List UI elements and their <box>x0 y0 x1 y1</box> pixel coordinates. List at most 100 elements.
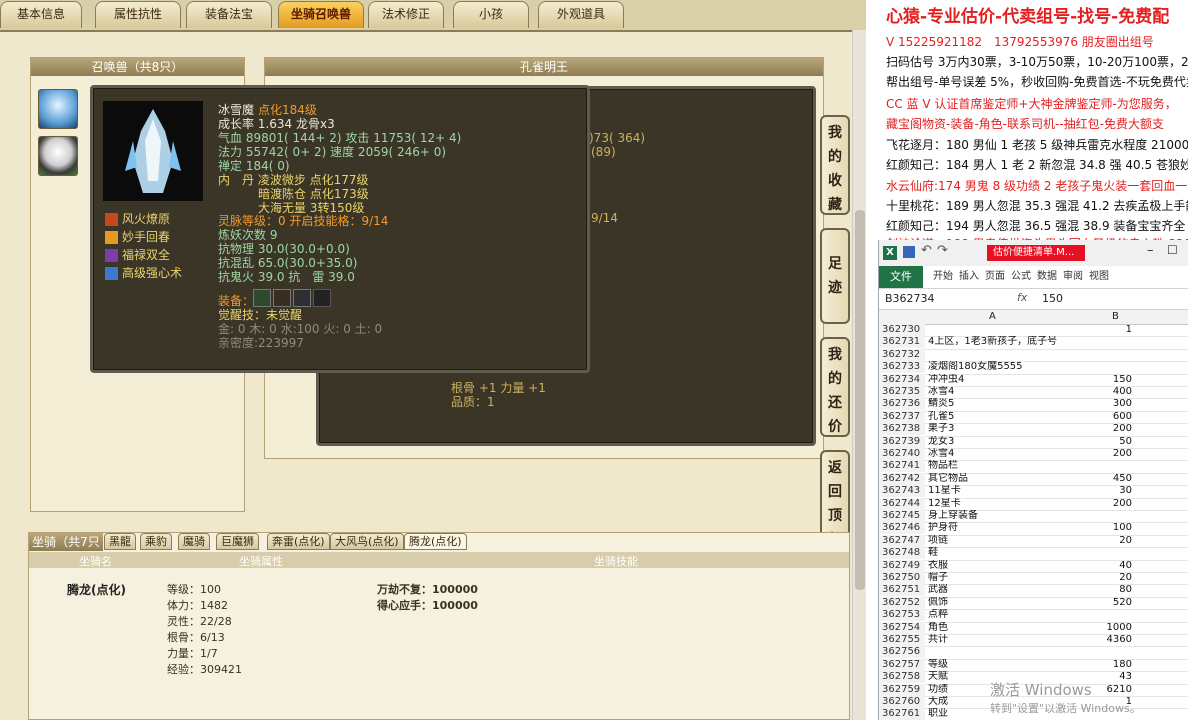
cell-a[interactable]: 衣服 <box>926 560 1063 572</box>
formula-input[interactable]: 150 <box>1042 292 1063 305</box>
sheet-row[interactable]: 362730 1 <box>879 324 1188 338</box>
cell-b[interactable]: 400 <box>1062 386 1132 398</box>
row-number[interactable]: 362760 <box>879 696 925 708</box>
cell-a[interactable]: 等级 <box>926 659 1063 671</box>
cell-a[interactable]: 角色 <box>926 622 1063 634</box>
sheet-row[interactable]: 362757 等级 180 <box>879 658 1188 673</box>
minimize-icon[interactable]: – <box>1147 243 1154 258</box>
sheet-row[interactable]: 362743 11星卡 30 <box>879 485 1188 499</box>
row-number[interactable]: 362733 <box>879 361 925 374</box>
tab-spell[interactable]: 法术修正 <box>368 1 444 28</box>
row-number[interactable]: 362742 <box>879 472 925 485</box>
sheet-row[interactable]: 362731 4上区，1老3新孩子，底子号 <box>879 336 1188 350</box>
column-a-header[interactable]: A <box>989 310 996 324</box>
equip-slot-2[interactable] <box>273 289 291 307</box>
my-offers-button[interactable]: 我 的 还 价 <box>820 337 850 437</box>
row-number[interactable]: 362748 <box>879 547 925 560</box>
cell-a[interactable]: 其它物品 <box>926 473 1063 485</box>
cell-b[interactable]: 450 <box>1062 473 1132 485</box>
sheet-row[interactable]: 362752 佩饰 520 <box>879 596 1188 611</box>
row-number[interactable]: 362747 <box>879 534 925 547</box>
cell-a[interactable]: 4上区，1老3新孩子，底子号 <box>926 336 1063 348</box>
skill-row-1[interactable]: 风火燎原 <box>105 210 170 227</box>
equip-slot-4[interactable] <box>313 289 331 307</box>
sheet-row[interactable]: 362754 角色 1000 <box>879 621 1188 635</box>
row-number[interactable]: 362759 <box>879 683 925 696</box>
cell-b[interactable]: 4360 <box>1062 634 1132 646</box>
ribbon-formulas[interactable]: 公式 <box>1011 269 1031 285</box>
mount-tab-7[interactable]: 腾龙(点化) <box>404 533 467 550</box>
row-number[interactable]: 362735 <box>879 386 925 398</box>
sheet-row[interactable]: 362753 点粹 <box>879 609 1188 623</box>
cell-b[interactable]: 30 <box>1062 485 1132 497</box>
tab-basic-info[interactable]: 基本信息 <box>0 1 82 28</box>
cell-b[interactable]: 200 <box>1062 498 1132 510</box>
row-number[interactable]: 362744 <box>879 497 925 510</box>
row-number[interactable]: 362761 <box>879 708 925 720</box>
pet-avatar-panda[interactable] <box>38 136 78 176</box>
cell-a[interactable]: 帽子 <box>926 572 1063 584</box>
cell-b[interactable]: 20 <box>1062 572 1132 584</box>
row-number[interactable]: 362758 <box>879 671 925 684</box>
row-number[interactable]: 362730 <box>879 324 925 336</box>
sheet-row[interactable]: 362741 物品栏 <box>879 460 1188 474</box>
sheet-row[interactable]: 362735 冰雪4 400 <box>879 386 1188 400</box>
row-number[interactable]: 362749 <box>879 559 925 572</box>
sheet-row[interactable]: 362751 武器 80 <box>879 584 1188 598</box>
mount-tab-3[interactable]: 魔骑 <box>178 533 210 550</box>
tab-mount-summon[interactable]: 坐骑召唤兽 <box>278 1 364 28</box>
ribbon-layout[interactable]: 页面 <box>985 269 1005 285</box>
row-number[interactable]: 362754 <box>879 621 925 634</box>
sheet-row[interactable]: 362733 凌烟阁180女魔5555 <box>879 361 1188 375</box>
sheet-row[interactable]: 362742 其它物品 450 <box>879 472 1188 487</box>
sheet-row[interactable]: 362746 护身符 100 <box>879 522 1188 536</box>
my-favorites-button[interactable]: 我 的 收 藏 <box>820 115 850 215</box>
cell-a[interactable]: 鯖炎5 <box>926 398 1063 410</box>
sheet-row[interactable]: 362745 身上穿装备 <box>879 510 1188 524</box>
cell-b[interactable]: 180 <box>1062 659 1132 671</box>
sheet-row[interactable]: 362739 龙女3 50 <box>879 435 1188 449</box>
undo-icon[interactable]: ↶ <box>921 243 932 258</box>
skill-row-2[interactable]: 妙手回春 <box>105 228 170 245</box>
sheet-row[interactable]: 362749 衣服 40 <box>879 559 1188 573</box>
mount-tab-6[interactable]: 大风鸟(点化) <box>330 533 404 550</box>
cell-b[interactable]: 1000 <box>1062 622 1132 634</box>
ribbon-review[interactable]: 审阅 <box>1063 269 1083 285</box>
sheet-row[interactable]: 362740 冰雪4 200 <box>879 448 1188 462</box>
ribbon-file[interactable]: 文件 <box>879 266 923 288</box>
ribbon-home[interactable]: 开始 <box>933 269 953 285</box>
cell-a[interactable]: 身上穿装备 <box>926 510 1063 522</box>
equip-slot-1[interactable] <box>253 289 271 307</box>
row-number[interactable]: 362739 <box>879 435 925 448</box>
row-number[interactable]: 362750 <box>879 572 925 584</box>
cell-b[interactable]: 520 <box>1062 597 1132 609</box>
sheet-row[interactable]: 362736 鯖炎5 300 <box>879 398 1188 412</box>
row-number[interactable]: 362732 <box>879 348 925 361</box>
cell-a[interactable]: 果子3 <box>926 423 1063 435</box>
ribbon-insert[interactable]: 插入 <box>959 269 979 285</box>
cell-a[interactable]: 凌烟阁180女魔5555 <box>926 361 1063 373</box>
sheet-row[interactable]: 362755 共计 4360 <box>879 634 1188 648</box>
mount-tab-5[interactable]: 奔雷(点化) <box>267 533 330 550</box>
cell-a[interactable]: 冰雪4 <box>926 386 1063 398</box>
cell-a[interactable]: 11星卡 <box>926 485 1063 497</box>
cell-b[interactable]: 100 <box>1062 522 1132 534</box>
cell-b[interactable]: 150 <box>1062 374 1132 386</box>
cell-a[interactable]: 冲冲虫4 <box>926 374 1063 386</box>
cell-a[interactable]: 12星卡 <box>926 498 1063 510</box>
row-number[interactable]: 362734 <box>879 373 925 386</box>
save-icon[interactable] <box>903 246 915 258</box>
row-number[interactable]: 362755 <box>879 634 925 646</box>
sheet-row[interactable]: 362747 项链 20 <box>879 534 1188 549</box>
restore-icon[interactable]: ☐ <box>1167 243 1178 257</box>
row-number[interactable]: 362731 <box>879 336 925 349</box>
cell-b[interactable]: 20 <box>1062 535 1132 547</box>
row-number[interactable]: 362753 <box>879 609 925 622</box>
sheet-row[interactable]: 362748 鞋 <box>879 547 1188 561</box>
row-number[interactable]: 362746 <box>879 522 925 535</box>
cell-a[interactable]: 冰雪4 <box>926 448 1063 460</box>
cell-a[interactable]: 龙女3 <box>926 436 1063 448</box>
redo-icon[interactable]: ↷ <box>937 243 948 258</box>
tab-equipment[interactable]: 装备法宝 <box>186 1 272 28</box>
cell-b[interactable]: 200 <box>1062 423 1132 435</box>
